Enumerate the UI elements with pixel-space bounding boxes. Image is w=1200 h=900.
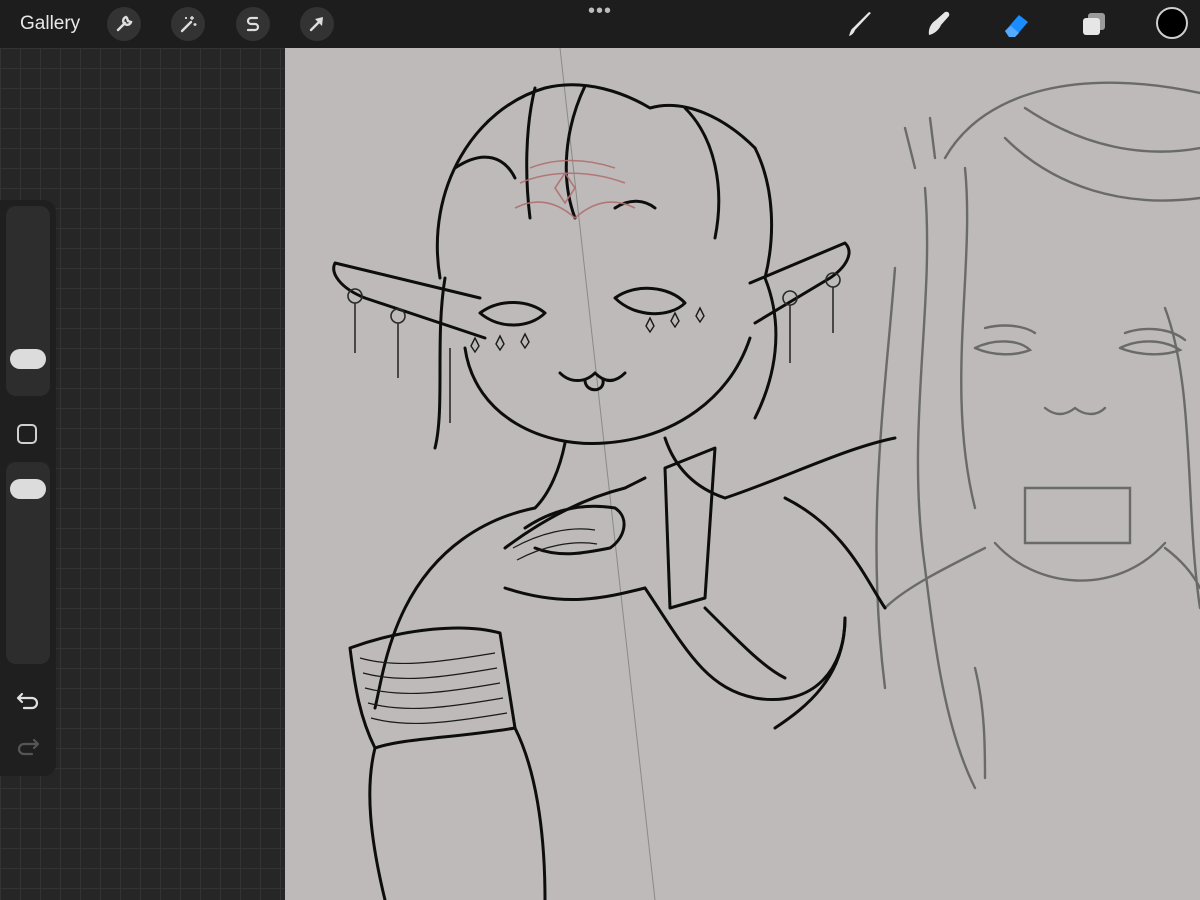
adjustments-button[interactable] xyxy=(171,7,205,41)
smudge-icon xyxy=(928,11,950,35)
drawing-canvas[interactable] xyxy=(285,48,1200,900)
actions-button[interactable] xyxy=(107,7,141,41)
wrench-icon xyxy=(116,15,133,32)
selection-s-icon xyxy=(246,16,260,32)
brush-icon xyxy=(849,12,871,36)
transform-button[interactable] xyxy=(300,7,334,41)
side-toolbar xyxy=(0,200,56,776)
redo-icon[interactable] xyxy=(14,732,42,760)
layers-button[interactable] xyxy=(1078,8,1110,40)
arrow-cursor-icon xyxy=(309,17,323,32)
brush-size-slider[interactable] xyxy=(6,206,50,396)
more-options-button[interactable]: ••• xyxy=(588,1,612,21)
paint-tool-button[interactable] xyxy=(844,8,876,40)
lineart-illustration xyxy=(332,48,1200,900)
selection-button[interactable] xyxy=(236,7,270,41)
layers-icon xyxy=(1083,13,1105,35)
smudge-tool-button[interactable] xyxy=(922,8,954,40)
eraser-tool-button[interactable] xyxy=(1000,8,1032,40)
magic-wand-icon xyxy=(180,16,197,33)
opacity-thumb[interactable] xyxy=(10,479,46,499)
gallery-button[interactable]: Gallery xyxy=(20,13,80,35)
modify-button[interactable] xyxy=(17,424,37,444)
eraser-icon xyxy=(1005,15,1028,37)
undo-icon[interactable] xyxy=(14,686,42,714)
opacity-slider[interactable] xyxy=(6,462,50,664)
brush-size-thumb[interactable] xyxy=(10,349,46,369)
top-toolbar: Gallery ••• xyxy=(0,0,1200,48)
color-picker-button[interactable] xyxy=(1156,7,1188,39)
